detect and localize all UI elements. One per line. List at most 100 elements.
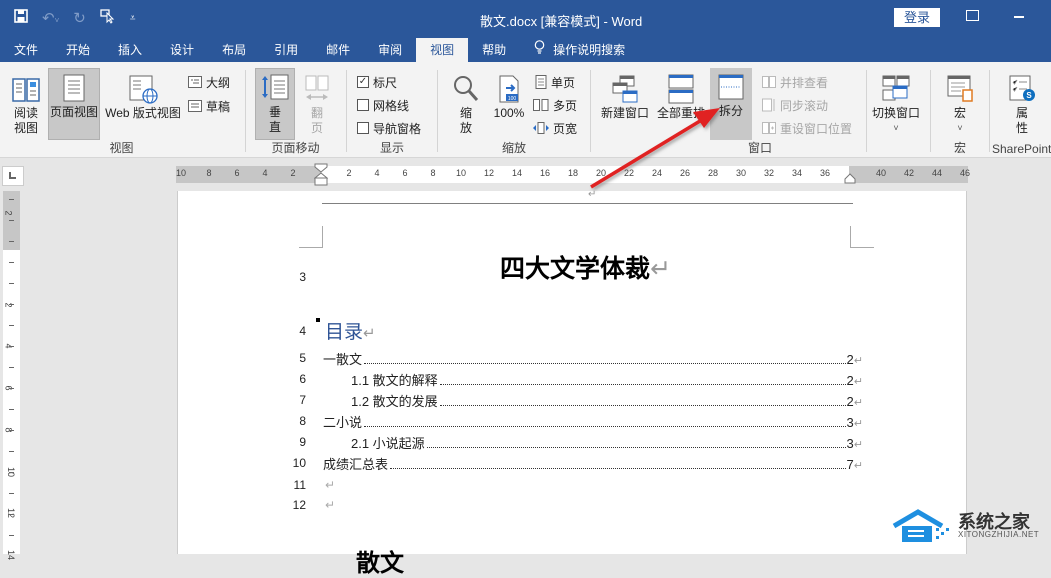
- document-page[interactable]: ↵ 3 四大文学体裁↵ 4 目录↵ 一散文 2 ↵ 1.1 散文的解释 2 ↵ 1.2 散文…: [177, 189, 967, 577]
- checkbox-empty: [357, 122, 369, 134]
- switch-windows-button[interactable]: 切换窗口 ˅: [868, 70, 924, 140]
- outline-label: 大纲: [206, 75, 231, 90]
- tab-mailings[interactable]: 邮件: [312, 38, 364, 62]
- group-page-movement: 垂直 翻页 页面移动: [247, 66, 344, 158]
- tab-selector[interactable]: [2, 166, 24, 186]
- paragraph-mark: ↵: [650, 254, 671, 283]
- toc-entry[interactable]: 1.1 散文的解释 2 ↵: [323, 370, 863, 391]
- toc-leader-dots: [426, 447, 846, 448]
- toc-title-text: 目录: [325, 322, 364, 343]
- macros-button[interactable]: 宏 ˅: [940, 70, 980, 140]
- ruler-checkbox[interactable]: ✓ 标尺: [357, 72, 397, 92]
- vruler-tick-label: 2: [3, 210, 14, 216]
- toc-entry[interactable]: 一散文 2 ↵: [323, 349, 863, 370]
- sign-in-button[interactable]: 登录: [894, 8, 940, 27]
- view-side-by-side-button[interactable]: 并排查看: [762, 72, 828, 92]
- group-views: 阅读视图 页面视图 Web 版式视图 大纲 草稿 视图: [0, 66, 243, 158]
- outline-icon: [188, 76, 202, 88]
- paragraph-mark: ↵: [853, 439, 863, 451]
- separator: [930, 70, 931, 152]
- ruler-tick-label: 18: [567, 168, 579, 178]
- tab-view[interactable]: 视图: [416, 38, 469, 62]
- page-width-button[interactable]: 页宽: [533, 118, 577, 138]
- vruler-tick-mark: [9, 388, 14, 389]
- indent-marker[interactable]: [314, 163, 328, 187]
- tab-home[interactable]: 开始: [52, 38, 104, 62]
- group-macros-label: 宏: [953, 141, 966, 155]
- paragraph-mark: ↵: [853, 376, 863, 388]
- reset-window-position-button[interactable]: 重设窗口位置: [762, 118, 852, 138]
- crop-mark-left: [299, 226, 323, 248]
- zoom-100-button[interactable]: 100 100%: [489, 70, 529, 140]
- multiple-pages-button[interactable]: 多页: [533, 95, 577, 115]
- zoom-100-icon: 100: [499, 75, 519, 103]
- draft-button[interactable]: 草稿: [188, 96, 230, 116]
- ruler-tick-label: 36: [819, 168, 831, 178]
- tab-review[interactable]: 审阅: [364, 38, 416, 62]
- outline-button[interactable]: 大纲: [188, 72, 230, 92]
- redo-icon[interactable]: ↻: [73, 9, 86, 27]
- title-bar: ↶˅ ↻ ⩡ 散文.docx [兼容模式] - Word 登录: [0, 0, 1051, 38]
- group-views-label: 视图: [109, 141, 134, 155]
- ruler-tick-label: 34: [791, 168, 803, 178]
- customize-qat-icon[interactable]: ⩡: [130, 13, 136, 24]
- ruler-tick-label: 8: [430, 168, 436, 178]
- ruler-tick-label: 24: [651, 168, 663, 178]
- vruler-tick-mark: [9, 493, 14, 494]
- toc-entry[interactable]: 2.1 小说起源 3 ↵: [323, 433, 863, 454]
- horizontal-ruler[interactable]: 10 8 6 4 2 2 4 6 8 10 12 14 16 18 20 22 24 26 28 30 32 34 36 40…: [176, 163, 970, 186]
- toc-entry-label: 一散文: [323, 349, 365, 370]
- ruler-tick-label: 28: [707, 168, 719, 178]
- minimize-icon[interactable]: [1014, 16, 1024, 18]
- web-page-icon: [129, 75, 158, 104]
- toc-entry[interactable]: 成绩汇总表 7 ↵: [323, 454, 863, 475]
- save-icon[interactable]: [14, 9, 28, 27]
- split-button[interactable]: 拆分: [710, 68, 752, 140]
- magnifier-icon: [454, 76, 479, 101]
- new-window-button[interactable]: 新建窗口: [598, 70, 652, 140]
- gridlines-checkbox[interactable]: 网格线: [357, 95, 409, 115]
- tab-insert[interactable]: 插入: [104, 38, 156, 62]
- one-page-button[interactable]: 单页: [535, 72, 575, 92]
- tab-references[interactable]: 引用: [260, 38, 312, 62]
- group-show-label: 显示: [379, 141, 404, 155]
- ruler-tick-label: 14: [511, 168, 523, 178]
- toc-page-number: 3: [846, 415, 854, 430]
- ribbon-display-options-icon[interactable]: [966, 10, 979, 21]
- ruler-tick-label: 12: [483, 168, 495, 178]
- toc-entry[interactable]: 二小说 3 ↵: [323, 412, 863, 433]
- touch-mode-icon[interactable]: [100, 8, 116, 28]
- toc-entry-label: 2.1 小说起源: [351, 433, 427, 454]
- line-number: 9: [299, 435, 306, 449]
- reset-window-position-label: 重设窗口位置: [780, 121, 853, 136]
- tab-design[interactable]: 设计: [156, 38, 208, 62]
- read-mode-button[interactable]: 阅读视图: [6, 70, 46, 140]
- toc-entry[interactable]: 1.2 散文的发展 2 ↵: [323, 391, 863, 412]
- vruler-tick-mark: [9, 451, 14, 452]
- right-indent-marker[interactable]: [844, 173, 856, 184]
- zoom-button[interactable]: 缩放: [447, 70, 485, 140]
- undo-icon[interactable]: ↶˅: [42, 9, 59, 27]
- group-show: ✓ 标尺 网格线 导航窗格 显示: [348, 66, 436, 158]
- properties-button[interactable]: S 属性: [1002, 70, 1042, 140]
- svg-text:100: 100: [508, 96, 517, 102]
- svg-text:S: S: [1026, 91, 1032, 100]
- arrange-all-button[interactable]: 全部重排: [654, 70, 708, 140]
- side-to-side-button[interactable]: 翻页: [299, 70, 335, 140]
- toc-title: 目录↵: [325, 317, 376, 344]
- vertical-button[interactable]: 垂直: [255, 68, 295, 140]
- macros-label: 宏: [953, 106, 966, 120]
- tab-help[interactable]: 帮助: [468, 38, 520, 62]
- vertical-ruler[interactable]: 22468101214: [3, 191, 20, 560]
- print-layout-button[interactable]: 页面视图: [48, 68, 100, 140]
- side-to-side-label: 翻页: [310, 106, 323, 135]
- toc-page-number: 2: [846, 352, 854, 367]
- paragraph-mark: ↵: [853, 460, 863, 472]
- nav-pane-checkbox[interactable]: 导航窗格: [357, 118, 421, 138]
- split-label: 拆分: [718, 104, 743, 118]
- web-layout-button[interactable]: Web 版式视图: [102, 70, 184, 140]
- tell-me-search[interactable]: 操作说明搜索: [520, 38, 639, 62]
- tab-layout[interactable]: 布局: [208, 38, 260, 62]
- tab-file[interactable]: 文件: [0, 38, 52, 62]
- sync-scroll-button[interactable]: 同步滚动: [762, 95, 828, 115]
